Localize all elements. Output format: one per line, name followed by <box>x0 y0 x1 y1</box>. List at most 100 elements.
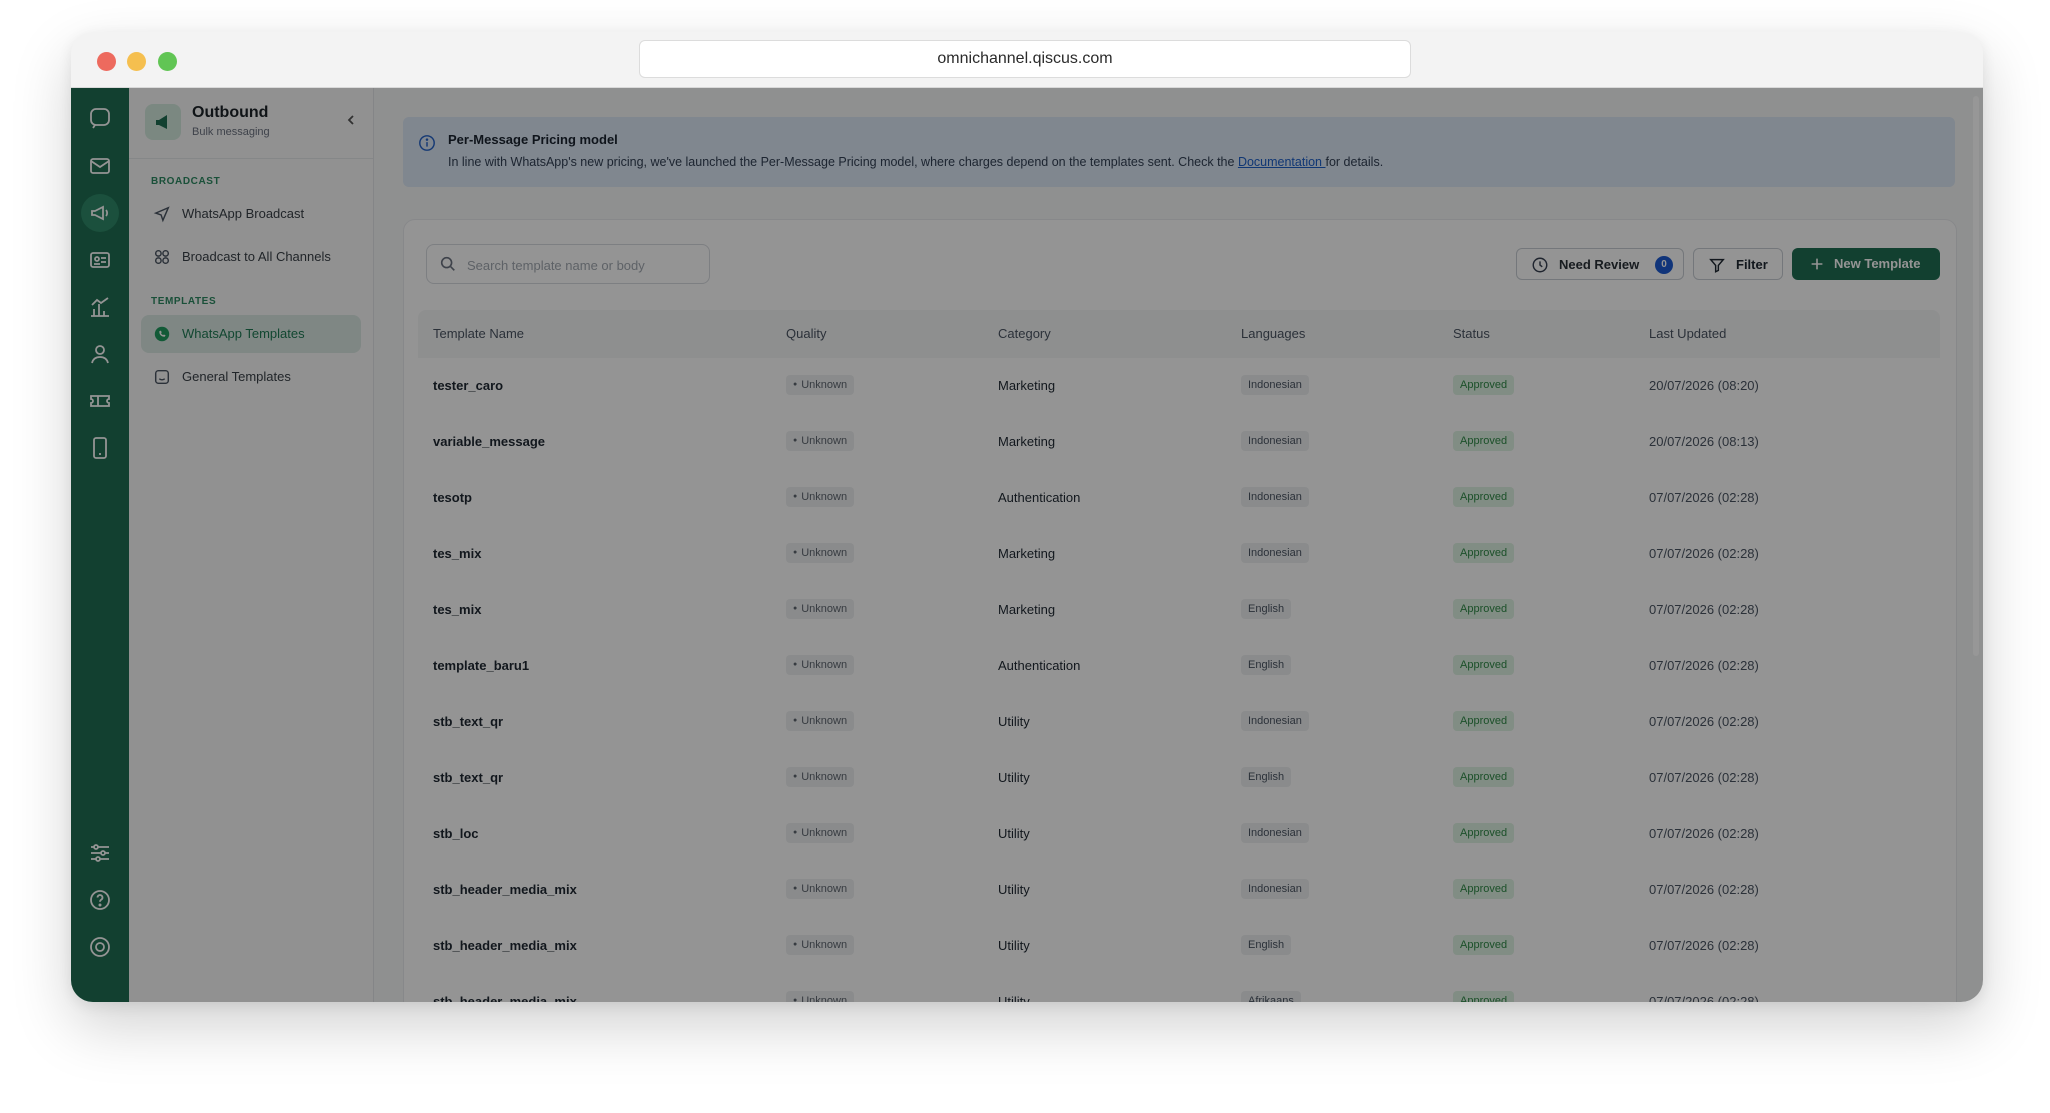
help-icon[interactable] <box>88 888 112 912</box>
language-badge: English <box>1241 767 1292 787</box>
need-review-label: Need Review <box>1559 257 1640 272</box>
category-cell: Marketing <box>998 378 1056 393</box>
status-badge: Approved <box>1453 767 1515 787</box>
template-name-cell[interactable]: tes_mix <box>433 602 481 617</box>
minimize-window-button[interactable] <box>127 52 146 71</box>
template-name-cell[interactable]: stb_header_media_mix <box>433 938 577 953</box>
profile-icon[interactable] <box>88 935 112 959</box>
page-scrollbar[interactable] <box>1973 96 1979 656</box>
status-badge: Approved <box>1453 599 1515 619</box>
quality-badge: Unknown <box>786 599 855 619</box>
quality-badge: Unknown <box>786 431 855 451</box>
contacts-icon[interactable] <box>88 248 112 272</box>
language-badge: Indonesian <box>1241 823 1309 843</box>
table-row[interactable]: tester_caro Unknown Marketing Indonesian App… <box>418 358 1940 415</box>
whatsapp-icon <box>153 325 171 343</box>
template-name-cell[interactable]: stb_text_qr <box>433 770 503 785</box>
grid-icon <box>153 248 171 266</box>
settings-sliders-icon[interactable] <box>88 841 112 865</box>
template-name-cell[interactable]: stb_header_media_mix <box>433 882 577 897</box>
banner-title: Per-Message Pricing model <box>448 132 618 147</box>
last-updated-cell: 07/07/2026 (02:28) <box>1649 882 1759 897</box>
column-header-quality[interactable]: Quality <box>786 326 826 341</box>
filter-icon <box>1708 256 1726 274</box>
close-window-button[interactable] <box>97 52 116 71</box>
template-name-cell[interactable]: variable_message <box>433 434 545 449</box>
quality-badge: Unknown <box>786 991 855 1002</box>
category-cell: Utility <box>998 994 1030 1002</box>
nav-item-label: General Templates <box>182 369 291 384</box>
analytics-icon[interactable] <box>88 295 112 319</box>
last-updated-cell: 07/07/2026 (02:28) <box>1649 714 1759 729</box>
pricing-info-banner: Per-Message Pricing model In line with W… <box>403 117 1955 187</box>
search-box[interactable] <box>426 244 710 284</box>
app-root: Outbound Bulk messaging BROADCAST WhatsA… <box>71 88 1983 1002</box>
need-review-button[interactable]: Need Review 0 <box>1516 248 1684 280</box>
template-name-cell[interactable]: stb_header_media_mix <box>433 994 577 1002</box>
column-header-languages[interactable]: Languages <box>1241 326 1305 341</box>
table-row[interactable]: stb_header_media_mix Unknown Utility Afrika… <box>418 974 1940 1002</box>
category-cell: Utility <box>998 938 1030 953</box>
filter-button[interactable]: Filter <box>1693 248 1783 280</box>
nav-general-templates[interactable]: General Templates <box>141 358 361 396</box>
nav-whatsapp-broadcast[interactable]: WhatsApp Broadcast <box>141 195 361 233</box>
agent-icon[interactable] <box>88 342 112 366</box>
table-row[interactable]: variable_message Unknown Marketing Indonesi… <box>418 414 1940 471</box>
templates-card: Need Review 0 Filter New Template <box>403 219 1957 1002</box>
quality-badge: Unknown <box>786 655 855 675</box>
table-row[interactable]: stb_header_media_mix Unknown Utility Englis… <box>418 918 1940 975</box>
last-updated-cell: 07/07/2026 (02:28) <box>1649 658 1759 673</box>
table-row[interactable]: tesotp Unknown Authentication Indonesian App… <box>418 470 1940 527</box>
need-review-count-badge: 0 <box>1655 256 1673 274</box>
template-icon <box>153 368 171 386</box>
column-header-status[interactable]: Status <box>1453 326 1490 341</box>
table-row[interactable]: template_baru1 Unknown Authentication Engli… <box>418 638 1940 695</box>
status-badge: Approved <box>1453 543 1515 563</box>
language-badge: Indonesian <box>1241 543 1309 563</box>
quality-badge: Unknown <box>786 879 855 899</box>
nav-item-label: WhatsApp Broadcast <box>182 206 305 221</box>
megaphone-icon[interactable] <box>88 201 112 225</box>
language-badge: Indonesian <box>1241 431 1309 451</box>
search-input[interactable] <box>465 253 699 277</box>
url-bar[interactable]: omnichannel.qiscus.com <box>639 40 1411 78</box>
mobile-icon[interactable] <box>88 436 112 460</box>
category-cell: Utility <box>998 882 1030 897</box>
column-header-last-updated[interactable]: Last Updated <box>1649 326 1726 341</box>
quality-badge: Unknown <box>786 767 855 787</box>
table-row[interactable]: stb_header_media_mix Unknown Utility Indone… <box>418 862 1940 919</box>
template-name-cell[interactable]: tes_mix <box>433 546 481 561</box>
quality-badge: Unknown <box>786 487 855 507</box>
last-updated-cell: 07/07/2026 (02:28) <box>1649 826 1759 841</box>
nav-whatsapp-templates[interactable]: WhatsApp Templates <box>141 315 361 353</box>
main-nav-rail <box>71 88 129 1002</box>
table-row[interactable]: stb_text_qr Unknown Utility English Approved… <box>418 750 1940 807</box>
language-badge: Indonesian <box>1241 375 1309 395</box>
template-name-cell[interactable]: stb_loc <box>433 826 479 841</box>
template-name-cell[interactable]: tesotp <box>433 490 472 505</box>
template-name-cell[interactable]: stb_text_qr <box>433 714 503 729</box>
table-row[interactable]: tes_mix Unknown Marketing English Approved 07… <box>418 582 1940 639</box>
category-cell: Utility <box>998 714 1030 729</box>
ticket-icon[interactable] <box>88 389 112 413</box>
template-name-cell[interactable]: template_baru1 <box>433 658 529 673</box>
new-template-button[interactable]: New Template <box>1792 248 1940 280</box>
browser-titlebar: omnichannel.qiscus.com <box>71 32 1983 88</box>
quality-badge: Unknown <box>786 543 855 563</box>
mail-icon[interactable] <box>88 154 112 178</box>
documentation-link[interactable]: Documentation <box>1238 155 1326 169</box>
table-row[interactable]: stb_loc Unknown Utility Indonesian Approved 0… <box>418 806 1940 863</box>
submenu-title: Outbound <box>192 104 269 121</box>
table-row[interactable]: stb_text_qr Unknown Utility Indonesian Appro… <box>418 694 1940 751</box>
nav-broadcast-all-channels[interactable]: Broadcast to All Channels <box>141 238 361 276</box>
table-row[interactable]: tes_mix Unknown Marketing Indonesian Approve… <box>418 526 1940 583</box>
chat-icon[interactable] <box>88 106 112 130</box>
filter-label: Filter <box>1736 257 1768 272</box>
column-header-template-name[interactable]: Template Name <box>433 326 524 341</box>
column-header-category[interactable]: Category <box>998 326 1051 341</box>
template-name-cell[interactable]: tester_caro <box>433 378 503 393</box>
maximize-window-button[interactable] <box>158 52 177 71</box>
last-updated-cell: 20/07/2026 (08:20) <box>1649 378 1759 393</box>
collapse-submenu-icon[interactable] <box>341 110 361 130</box>
category-cell: Utility <box>998 826 1030 841</box>
